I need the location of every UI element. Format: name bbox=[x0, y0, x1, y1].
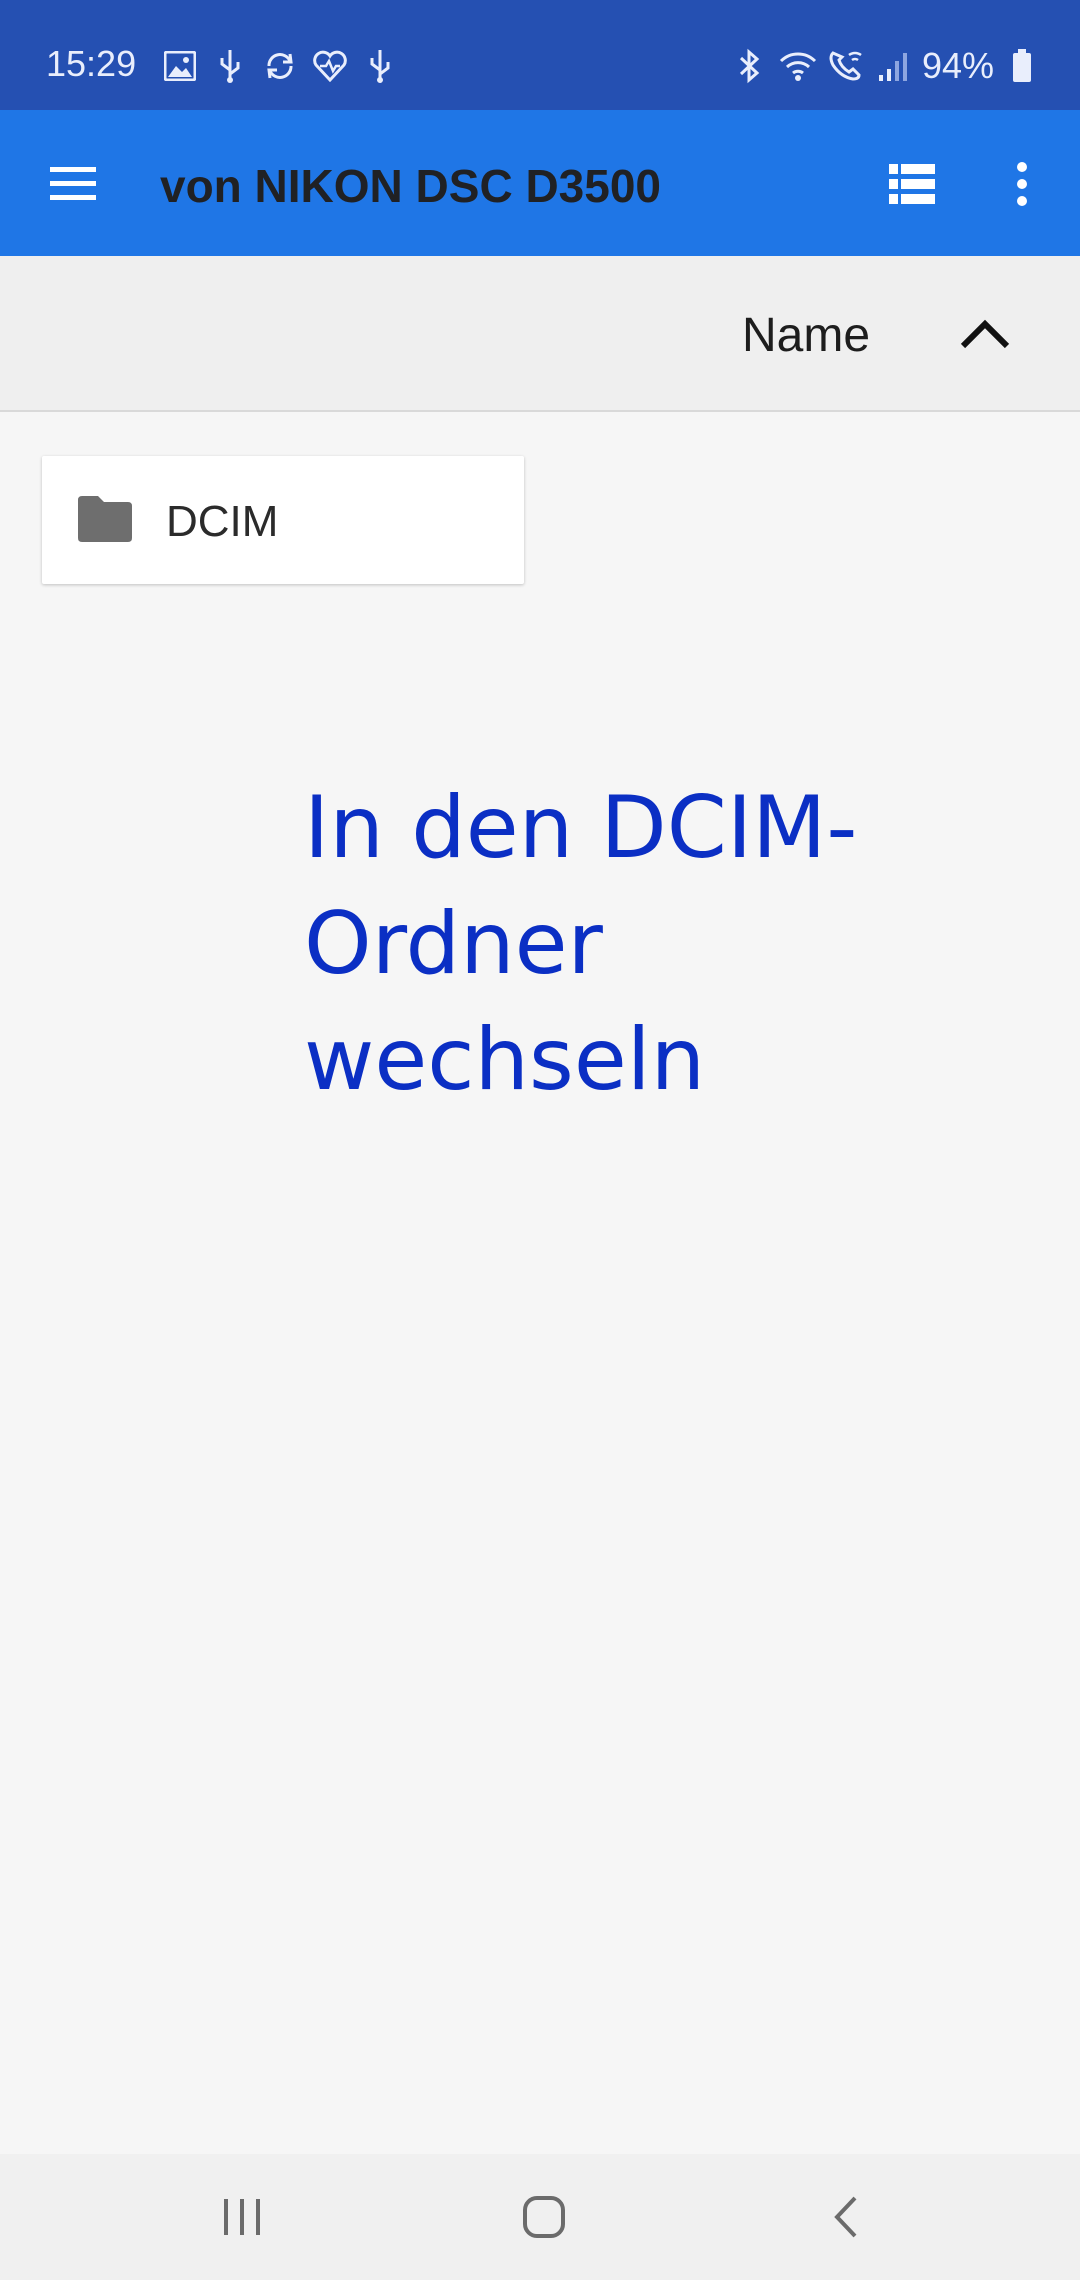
recents-button[interactable] bbox=[202, 2180, 282, 2254]
back-button[interactable] bbox=[806, 2180, 886, 2254]
status-time: 15:29 bbox=[46, 43, 137, 84]
instruction-annotation: In den DCIM-Ordner wechseln bbox=[304, 778, 858, 1110]
home-icon bbox=[523, 2196, 565, 2238]
folder-item-dcim[interactable]: DCIM bbox=[42, 456, 524, 584]
usb-icon bbox=[360, 46, 400, 86]
battery-icon bbox=[1002, 46, 1042, 86]
status-bar: 15:29 94% bbox=[0, 0, 1080, 110]
folder-name: DCIM bbox=[166, 497, 279, 546]
bluetooth-icon bbox=[730, 46, 770, 86]
app-bar: von NIKON DSC D3500 bbox=[0, 110, 1080, 256]
sort-direction-button[interactable] bbox=[954, 306, 1016, 362]
image-icon bbox=[160, 46, 200, 86]
system-status-icons: 94% bbox=[730, 46, 1042, 86]
more-options-button[interactable] bbox=[994, 152, 1050, 216]
signal-icon bbox=[874, 46, 914, 86]
wifi-icon bbox=[778, 46, 818, 86]
notification-icons bbox=[160, 46, 400, 86]
sort-by-name-button[interactable]: Name bbox=[742, 310, 870, 362]
sort-header: Name bbox=[0, 256, 1080, 412]
recents-icon bbox=[224, 2199, 260, 2235]
app-title: von NIKON DSC D3500 bbox=[160, 160, 662, 212]
wifi-call-icon bbox=[826, 46, 866, 86]
home-button[interactable] bbox=[504, 2180, 584, 2254]
back-icon bbox=[834, 2196, 857, 2238]
navigation-menu-button[interactable] bbox=[40, 152, 106, 214]
chevron-up-icon bbox=[960, 319, 1010, 349]
folder-icon bbox=[78, 496, 132, 542]
list-view-button[interactable] bbox=[880, 156, 944, 212]
list-view-icon bbox=[889, 164, 935, 204]
sync-icon bbox=[260, 46, 300, 86]
health-icon bbox=[310, 46, 350, 86]
navigation-bar bbox=[0, 2154, 1080, 2280]
hamburger-icon bbox=[50, 167, 96, 200]
more-vert-icon bbox=[1017, 162, 1027, 206]
battery-percentage: 94% bbox=[921, 45, 994, 86]
usb-icon bbox=[210, 46, 250, 86]
